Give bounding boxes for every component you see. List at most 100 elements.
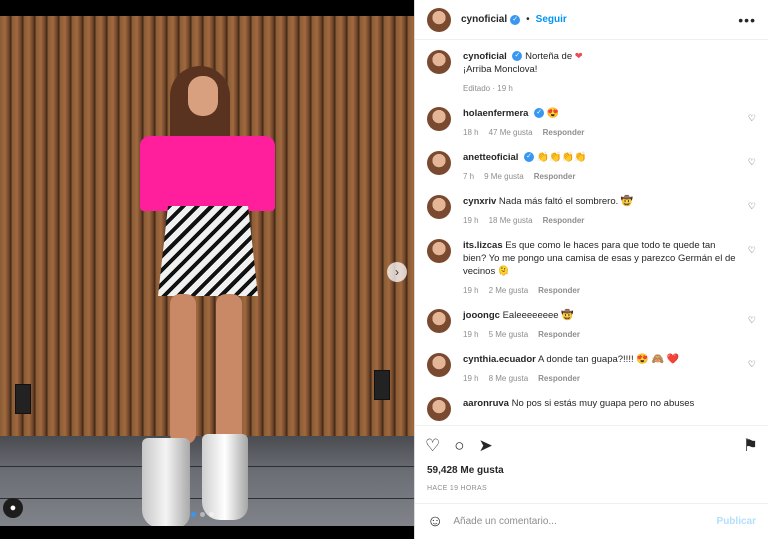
carousel-dot: [209, 512, 214, 517]
instagram-post-view: › ● cynoficial ✓ • Seguir ••• cynoficial: [0, 0, 768, 539]
avatar[interactable]: [427, 353, 451, 377]
comment-item: anetteoficial ✓ 👏👏👏👏 7 h 9 Me gusta Respon…: [427, 151, 756, 181]
likes-count[interactable]: 59,428 Me gusta: [415, 465, 768, 481]
verified-badge-icon: ✓: [512, 51, 523, 62]
caption-text-line2: ¡Arriba Monclova!: [463, 64, 538, 75]
comment-likes[interactable]: 8 Me gusta: [489, 374, 529, 383]
comment-text: Ealeeeeeeee: [502, 310, 559, 321]
zebra-skirt: [158, 206, 258, 296]
chevron-right-icon: ›: [395, 265, 399, 279]
post-timestamp: HACE 19 HORAS: [427, 485, 487, 492]
avatar[interactable]: [427, 239, 451, 263]
comment-text: Nada más faltó el sombrero.: [498, 196, 619, 207]
post-media: › ●: [0, 0, 414, 539]
comment-emoji: 😍: [546, 108, 560, 119]
comment-emoji: 👏👏👏👏: [536, 152, 587, 163]
post-photo[interactable]: [0, 16, 414, 526]
comment-username[interactable]: aaronruva: [463, 398, 509, 409]
avatar[interactable]: [427, 151, 451, 175]
carousel-dot: [200, 512, 205, 517]
comment-username[interactable]: jooongc: [463, 310, 500, 321]
silver-boot: [202, 434, 248, 520]
author-username[interactable]: cynoficial: [461, 14, 507, 25]
caption: cynoficial ✓ Norteña de ❤ ¡Arriba Monclo…: [427, 50, 756, 93]
caption-text: Norteña de: [525, 51, 573, 62]
comment-time: 19 h: [463, 216, 479, 225]
comment-item: cynthia.ecuador A donde tan guapa?!!!! 😍…: [427, 353, 756, 383]
next-image-button[interactable]: ›: [387, 262, 407, 282]
comment-bubble-icon[interactable]: ○: [454, 437, 464, 454]
woman-figure: [130, 56, 290, 526]
reply-button[interactable]: Responder: [543, 128, 585, 137]
reply-button[interactable]: Responder: [538, 286, 580, 295]
comment-text: A donde tan guapa?!!!!: [537, 354, 634, 365]
avatar[interactable]: [427, 309, 451, 333]
wall-outlet: [374, 370, 390, 400]
like-heart-icon[interactable]: ♡: [748, 157, 756, 168]
avatar[interactable]: [427, 195, 451, 219]
post-actions-bar: ♡ ○ ➤ ⚑: [415, 425, 768, 465]
bookmark-icon[interactable]: ⚑: [743, 437, 758, 454]
comment-username[interactable]: cynxriv: [463, 196, 496, 207]
comment-likes[interactable]: 47 Me gusta: [489, 128, 533, 137]
like-heart-icon[interactable]: ♡: [748, 315, 756, 326]
comment-likes[interactable]: 9 Me gusta: [484, 172, 524, 181]
post-header: cynoficial ✓ • Seguir •••: [415, 0, 768, 40]
like-heart-icon[interactable]: ♡: [748, 201, 756, 212]
avatar[interactable]: [427, 7, 451, 32]
carousel-dots: [191, 512, 214, 517]
comment-item: its.lizcas Es que como le haces para que…: [427, 239, 756, 295]
like-heart-icon[interactable]: ♡: [748, 359, 756, 370]
comment-time: 18 h: [463, 128, 479, 137]
publish-button[interactable]: Publicar: [717, 516, 756, 527]
avatar[interactable]: [427, 50, 451, 74]
comment-emoji: 🤠: [561, 310, 574, 321]
like-heart-icon[interactable]: ♡: [748, 113, 756, 124]
comment-text: Es que como le haces para que todo te qu…: [463, 240, 736, 277]
verified-badge-icon: ✓: [534, 108, 545, 119]
comment-time: 19 h: [463, 286, 479, 295]
comment-text: No pos si estás muy guapa pero no abuses: [511, 398, 695, 409]
comment-likes[interactable]: 2 Me gusta: [489, 286, 529, 295]
like-heart-icon[interactable]: ♡: [748, 245, 756, 256]
carousel-dot: [191, 512, 196, 517]
comment-likes[interactable]: 5 Me gusta: [489, 330, 529, 339]
comment-emoji: 🤠: [620, 196, 634, 207]
add-comment-bar: ☺ Publicar: [415, 503, 768, 539]
wall-outlet: [15, 384, 31, 414]
comment-time: 19 h: [463, 330, 479, 339]
comment-item: holaenfermera ✓ 😍 18 h 47 Me gusta Respond…: [427, 107, 756, 137]
comment-username[interactable]: cynthia.ecuador: [463, 354, 536, 365]
caption-username[interactable]: cynoficial: [463, 51, 507, 62]
reply-button[interactable]: Responder: [543, 216, 585, 225]
pink-blouse: [140, 136, 275, 211]
avatar[interactable]: [427, 107, 451, 131]
comment-item: cynxriv Nada más faltó el sombrero. 🤠 19…: [427, 195, 756, 225]
caption-meta: Editado · 19 h: [463, 84, 513, 93]
comment-time: 7 h: [463, 172, 475, 181]
comments-list[interactable]: cynoficial ✓ Norteña de ❤ ¡Arriba Monclo…: [415, 40, 768, 425]
share-send-icon[interactable]: ➤: [479, 437, 493, 454]
reply-button[interactable]: Responder: [538, 330, 580, 339]
comment-time: 19 h: [463, 374, 479, 383]
follow-button[interactable]: Seguir: [536, 14, 567, 25]
more-horizontal-icon[interactable]: •••: [738, 12, 756, 28]
comment-item: aaronruva No pos si estás muy guapa pero…: [427, 397, 756, 421]
like-heart-icon[interactable]: ♡: [425, 437, 440, 454]
verified-badge-icon: ✓: [524, 152, 535, 163]
comment-username[interactable]: holaenfermera: [463, 108, 528, 119]
verified-badge-icon: ✓: [510, 14, 521, 25]
emoji-smile-icon[interactable]: ☺: [427, 513, 443, 531]
comment-username[interactable]: its.lizcas: [463, 240, 503, 251]
comment-username[interactable]: anetteoficial: [463, 152, 518, 163]
comment-emoji: 😍 🙈 ❤️: [636, 354, 680, 365]
comment-input[interactable]: [453, 516, 717, 527]
red-heart-icon: ❤: [574, 51, 583, 62]
avatar[interactable]: [427, 397, 451, 421]
comment-likes[interactable]: 18 Me gusta: [489, 216, 533, 225]
comment-item: jooongc Ealeeeeeeee 🤠 19 h 5 Me gusta Resp…: [427, 309, 756, 339]
reply-button[interactable]: Responder: [538, 374, 580, 383]
separator-dot: •: [526, 14, 530, 25]
reply-button[interactable]: Responder: [534, 172, 576, 181]
user-tag-icon[interactable]: ●: [3, 498, 23, 518]
